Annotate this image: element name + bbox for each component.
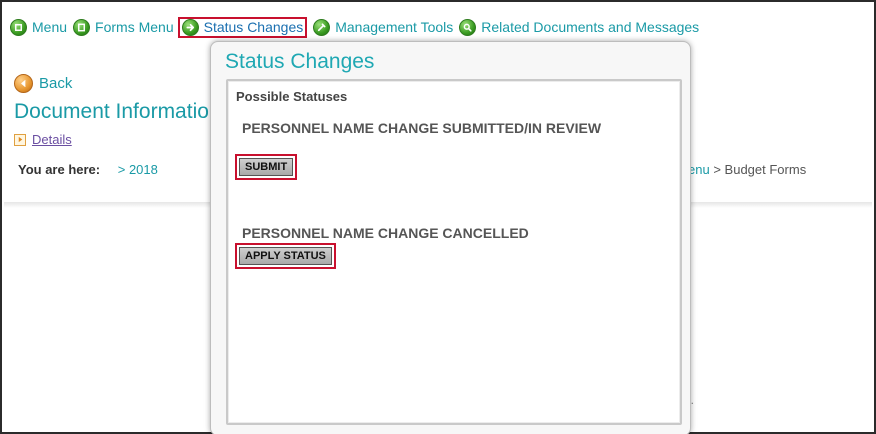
popup-title: Status Changes (225, 50, 375, 73)
breadcrumb-item[interactable]: > 2018 (118, 162, 158, 177)
nav-item-status-changes[interactable]: Status Changes (177, 16, 308, 38)
breadcrumb-tail: enu > Budget Forms (688, 162, 806, 177)
breadcrumb-current: Budget Forms (724, 162, 807, 177)
status-name: PERSONNEL NAME CHANGE CANCELLED (242, 225, 529, 241)
nav-item-menu[interactable]: Menu (10, 18, 68, 36)
tools-icon (313, 18, 331, 36)
breadcrumb-label: You are here: (18, 162, 101, 177)
nav-item-forms-menu[interactable]: Forms Menu (73, 18, 174, 36)
menu-icon (10, 18, 27, 36)
search-icon (459, 18, 477, 36)
details-label: Details (32, 132, 72, 147)
status-name: PERSONNEL NAME CHANGE SUBMITTED/IN REVIE… (242, 120, 602, 136)
nav-label: Management Tools (335, 19, 454, 35)
details-link[interactable]: Details (14, 132, 72, 147)
apply-status-button[interactable]: APPLY STATUS (239, 247, 332, 265)
nav-label: Related Documents and Messages (481, 19, 700, 35)
expand-icon (14, 133, 26, 146)
breadcrumb: You are here: > 2018 (18, 162, 158, 177)
back-label: Back (39, 75, 73, 92)
nav-label: Forms Menu (95, 19, 174, 35)
nav-item-related-documents[interactable]: Related Documents and Messages (459, 18, 700, 36)
nav-label: Status Changes (203, 19, 304, 35)
apply-status-highlight: APPLY STATUS (235, 243, 336, 269)
status-changes-popup: Status Changes Possible Statuses PERSONN… (210, 41, 691, 434)
nav-item-management-tools[interactable]: Management Tools (313, 18, 454, 36)
submit-highlight: SUBMIT (235, 154, 298, 180)
submit-button[interactable]: SUBMIT (239, 158, 294, 176)
arrow-left-icon (14, 74, 33, 93)
forms-menu-icon (73, 18, 91, 36)
breadcrumb-item[interactable]: enu (688, 162, 710, 177)
nav-label: Menu (32, 19, 68, 35)
page-title: Document Information (14, 100, 210, 123)
section-title: Possible Statuses (236, 89, 348, 104)
app-window: Menu Forms Menu Status Changes Managemen… (0, 0, 876, 434)
arrow-right-icon (181, 18, 199, 36)
breadcrumb-separator: > (713, 162, 721, 177)
back-link[interactable]: Back (14, 74, 72, 93)
top-nav: Menu Forms Menu Status Changes Managemen… (10, 16, 705, 38)
popup-content: Possible Statuses PERSONNEL NAME CHANGE … (226, 79, 682, 425)
